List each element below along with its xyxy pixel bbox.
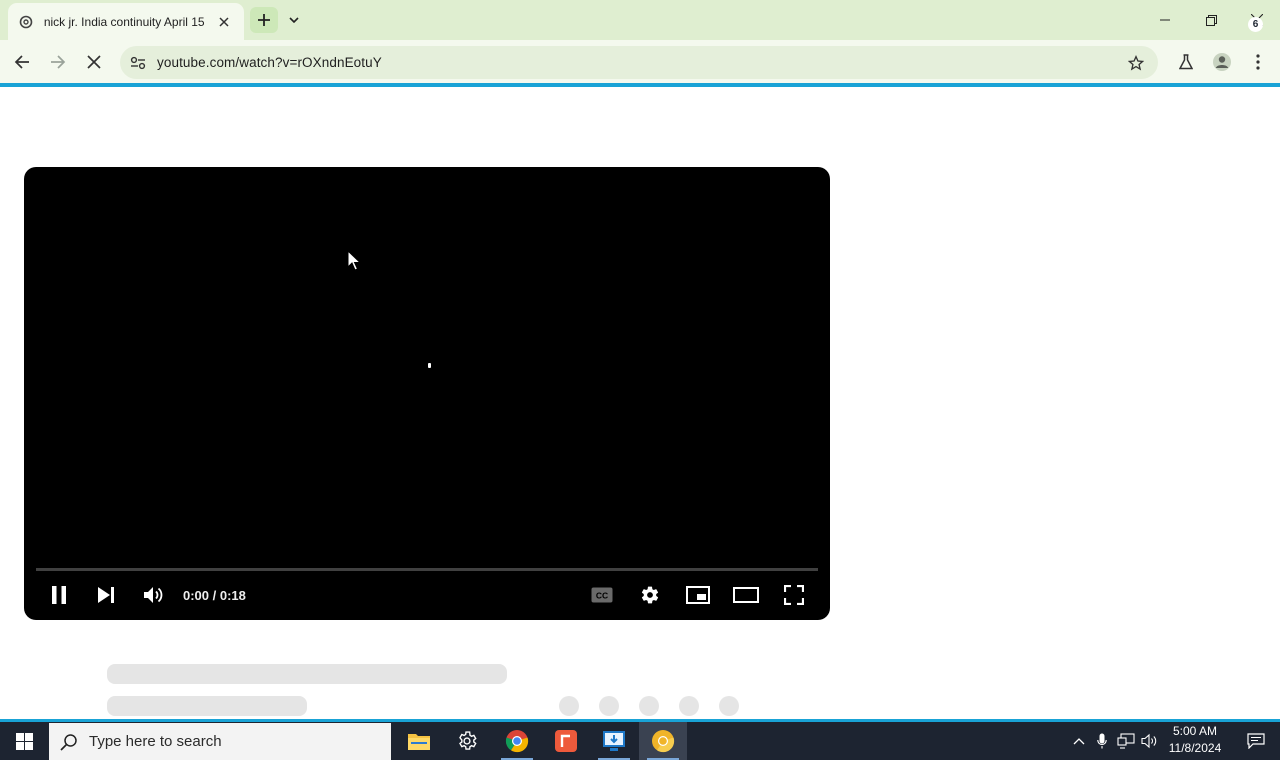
kebab-menu-icon bbox=[1256, 54, 1260, 70]
gear-icon bbox=[459, 731, 477, 750]
time-display: 0:00 / 0:18 bbox=[183, 588, 246, 603]
action-skeleton bbox=[639, 696, 659, 716]
address-bar[interactable]: youtube.com/watch?v=rOXndnEotuY bbox=[120, 46, 1158, 79]
flask-icon bbox=[1179, 54, 1193, 70]
captions-button[interactable]: CC bbox=[586, 579, 618, 611]
tab-search-button[interactable] bbox=[282, 7, 306, 33]
arrow-left-icon bbox=[14, 55, 29, 69]
back-button[interactable] bbox=[8, 48, 36, 76]
minimize-button[interactable] bbox=[1142, 0, 1188, 40]
pause-icon bbox=[52, 586, 66, 604]
remote-desktop-app[interactable] bbox=[590, 722, 638, 760]
action-skeleton bbox=[559, 696, 579, 716]
labs-button[interactable] bbox=[1172, 48, 1200, 76]
microphone-tray[interactable] bbox=[1092, 722, 1112, 760]
notification-icon bbox=[1247, 733, 1265, 749]
miniplayer-icon bbox=[686, 586, 710, 604]
fullscreen-icon bbox=[784, 585, 804, 605]
svg-text:CC: CC bbox=[596, 591, 608, 601]
profile-button[interactable] bbox=[1208, 48, 1236, 76]
page-loading-bar bbox=[0, 83, 1280, 87]
theater-mode-button[interactable] bbox=[730, 579, 762, 611]
chrome-canary-icon bbox=[652, 730, 675, 753]
star-icon[interactable] bbox=[1126, 53, 1146, 73]
orange-app[interactable] bbox=[542, 722, 590, 760]
clock-date: 11/8/2024 bbox=[1168, 741, 1222, 755]
browser-tab[interactable]: nick jr. India continuity April 15 bbox=[8, 3, 244, 40]
loading-spinner bbox=[428, 363, 431, 368]
remote-desktop-icon bbox=[603, 731, 625, 751]
speaker-icon bbox=[1141, 733, 1157, 749]
pause-button[interactable] bbox=[43, 579, 75, 611]
taskbar-search-box[interactable]: Type here to search bbox=[49, 723, 391, 760]
chrome-canary-app[interactable] bbox=[639, 722, 687, 760]
settings-button[interactable] bbox=[634, 579, 666, 611]
chrome-app[interactable] bbox=[493, 722, 541, 760]
browser-toolbar: youtube.com/watch?v=rOXndnEotuY bbox=[0, 40, 1280, 84]
action-skeleton bbox=[599, 696, 619, 716]
tab-close-icon[interactable] bbox=[214, 12, 234, 32]
close-icon bbox=[87, 55, 101, 69]
windows-logo-icon bbox=[15, 732, 33, 750]
arrow-right-icon bbox=[51, 55, 66, 69]
network-tray[interactable] bbox=[1115, 722, 1137, 760]
stop-loading-button[interactable] bbox=[80, 48, 108, 76]
chevron-up-icon bbox=[1073, 738, 1085, 745]
chrome-icon bbox=[505, 730, 529, 753]
search-icon bbox=[49, 723, 89, 760]
theater-mode-icon bbox=[733, 587, 759, 603]
restore-button[interactable] bbox=[1188, 0, 1234, 40]
settings-app[interactable] bbox=[443, 722, 491, 760]
action-center-button[interactable] bbox=[1232, 722, 1280, 760]
taskbar-clock[interactable]: 5:00 AM 11/8/2024 bbox=[1160, 723, 1230, 759]
fullscreen-button[interactable] bbox=[778, 579, 810, 611]
person-icon bbox=[1213, 53, 1231, 71]
action-skeleton bbox=[679, 696, 699, 716]
captions-icon: CC bbox=[591, 587, 613, 603]
microphone-icon bbox=[1097, 733, 1107, 749]
channel-skeleton bbox=[107, 696, 307, 716]
search-placeholder: Type here to search bbox=[89, 733, 222, 750]
loading-spinner-icon bbox=[18, 14, 34, 30]
video-player[interactable]: 0:00 / 0:18 CC bbox=[24, 167, 830, 620]
miniplayer-button[interactable] bbox=[682, 579, 714, 611]
network-icon bbox=[1117, 733, 1135, 749]
start-button[interactable] bbox=[0, 722, 48, 760]
folder-icon bbox=[408, 734, 430, 750]
file-explorer-app[interactable] bbox=[395, 722, 443, 760]
gear-icon bbox=[641, 586, 659, 604]
notification-count-badge: 6 bbox=[1248, 17, 1263, 32]
tab-strip: nick jr. India continuity April 15 bbox=[0, 0, 1280, 40]
video-progress-bar[interactable] bbox=[36, 568, 818, 571]
action-skeleton bbox=[719, 696, 739, 716]
mute-button[interactable] bbox=[137, 579, 169, 611]
minimize-icon bbox=[1160, 19, 1170, 21]
next-video-button[interactable] bbox=[90, 579, 122, 611]
show-hidden-icons-button[interactable] bbox=[1068, 722, 1090, 760]
tune-icon[interactable] bbox=[122, 46, 154, 79]
forward-button[interactable] bbox=[44, 48, 72, 76]
clock-time: 5:00 AM bbox=[1172, 724, 1218, 738]
app-orange-icon bbox=[555, 730, 577, 752]
browser-menu-button[interactable] bbox=[1244, 48, 1272, 76]
tab-title: nick jr. India continuity April 15 bbox=[43, 14, 205, 29]
restore-icon bbox=[1205, 14, 1217, 26]
title-skeleton bbox=[107, 664, 507, 684]
chevron-down-icon bbox=[289, 17, 299, 23]
url-text[interactable]: youtube.com/watch?v=rOXndnEotuY bbox=[157, 55, 382, 70]
plus-icon bbox=[258, 14, 270, 26]
new-tab-button[interactable] bbox=[250, 7, 278, 33]
mouse-cursor-icon bbox=[347, 250, 361, 271]
volume-tray[interactable] bbox=[1139, 722, 1161, 760]
skip-next-icon bbox=[98, 587, 114, 603]
taskbar: Type here to search 5:00 AM 11/8/2024 bbox=[0, 722, 1280, 760]
volume-icon bbox=[144, 587, 163, 603]
